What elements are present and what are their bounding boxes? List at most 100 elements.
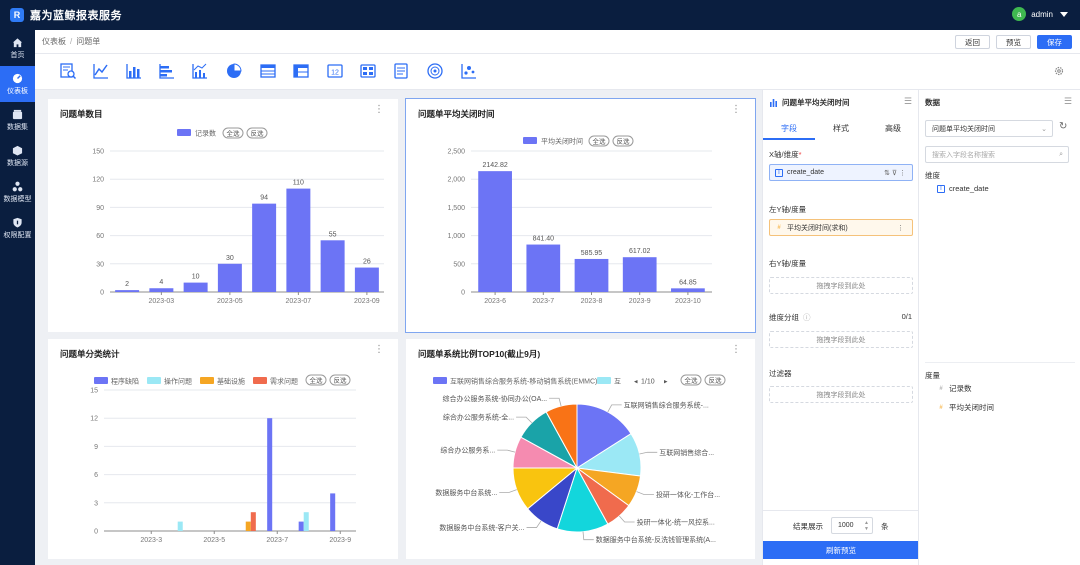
sidebar-item-label: 首页 [10,51,25,59]
y-left-field[interactable]: # 平均关闭时间(求和) ⋮ [769,219,913,236]
legend-pager-prev: ◂ [634,379,638,386]
field-search-input[interactable]: 搜索入字段名称搜索 ⌕ [925,146,1069,163]
legend-swatch [597,377,611,384]
user-menu[interactable]: a admin [1012,7,1068,21]
refresh-preview-button[interactable]: 刷新预览 [763,541,919,559]
chart-bar [303,512,309,531]
card-grid-icon[interactable] [359,62,377,80]
tab-advanced[interactable]: 高级 [867,120,919,140]
measure-item[interactable]: # 记录数 [937,383,971,394]
line-chart-icon[interactable] [92,62,110,80]
dashboard-icon [12,73,23,84]
radar-chart-icon[interactable] [426,62,444,80]
sidebar-item-label: 权限配置 [3,231,32,239]
tab-style[interactable]: 样式 [815,120,867,140]
required-mark: * [798,150,802,159]
result-count-input[interactable]: 1000 ▲ ▼ [831,517,873,534]
sidebar-item-label: 数据源 [7,159,28,167]
horizontal-bar-icon[interactable] [158,62,176,80]
detail-table-icon[interactable] [59,62,77,80]
pie-label: 综合办公服务系统-协同办公(OA... [442,394,547,403]
x-tick-label: 2023-3 [140,537,162,544]
field-actions-icon[interactable]: ⇅ ⊽ ⋮ [884,169,906,177]
x-tick-label: 2023-05 [217,298,243,305]
tab-fields[interactable]: 字段 [763,120,815,140]
filter-dropzone[interactable]: 拖拽字段到此处 [769,386,913,403]
data-label: 10 [192,274,200,281]
sidebar-item-datasource[interactable]: 数据源 [0,138,35,174]
scatter-chart-icon[interactable] [460,62,478,80]
pie-label: 数据服务中台系统-反洗钱管理系统(A... [596,535,716,544]
y-tick-label: 60 [96,233,104,240]
data-label: 617.02 [629,248,651,255]
stepper-icon[interactable]: ▲ ▼ [864,520,869,532]
measure-item[interactable]: # 平均关闭时间 [937,402,994,413]
legend-pager-next: ▸ [664,379,668,386]
data-label: 30 [226,255,234,262]
measure-icon: # [777,224,781,231]
pie-label: 数据服务中台系统... [435,488,497,497]
panel-issue-category[interactable]: 问题单分类统计 ⋮ 程序缺陷 操作问题 基础设施 需求问题 全选 反选 0 3 6 9 12 15 20… [48,339,398,559]
bar-chart-icon[interactable] [125,62,143,80]
legend-swatch [177,129,191,136]
search-placeholder: 搜索入字段名称搜索 [932,151,995,159]
refresh-icon[interactable]: ↻ [1059,121,1067,132]
collapse-icon[interactable]: ☰ [904,96,912,107]
breadcrumb: 仪表板 / 问题单 返回 预览 保存 [35,30,1080,54]
save-button[interactable]: 保存 [1037,35,1072,49]
data-label: 94 [260,195,268,202]
panel-avg-close-time[interactable]: 问题单平均关闭时间 ⋮ 平均关闭时间 全选 反选 0 500 1,000 1,500 2,00… [405,98,756,333]
y-right-dropzone[interactable]: 拖拽字段到此处 [769,277,913,294]
indicator-card-icon[interactable]: 12 [326,62,344,80]
panel-system-ratio[interactable]: 问题单系统比例TOP10(截止9月) ⋮ 互联网销售综合服务系统-移动销售系统(… [406,339,755,559]
chart-bar [177,521,183,531]
help-icon[interactable]: ⓘ [803,312,811,323]
dim-item[interactable]: T create_date [937,184,989,193]
collapse-icon[interactable]: ☰ [1064,96,1072,107]
sidebar-item-label: 数据集 [7,123,28,131]
pie-label-line [549,397,562,407]
pie-label-line [526,520,542,528]
y-tick-label: 9 [94,444,98,451]
breadcrumb-root[interactable]: 仪表板 [42,36,66,47]
sidebar-item-dataset[interactable]: 数据集 [0,102,35,138]
data-label: 110 [293,180,304,187]
list-icon[interactable] [392,62,410,80]
pie-chart-icon[interactable] [225,62,243,80]
panel-issue-count[interactable]: 问题单数目 ⋮ 记录数 全选 反选 0 30 60 90 120 150 2 4 10 30 94 110 5… [48,99,398,332]
invert-label: 反选 [334,376,348,385]
top-bar: R 嘉为蓝鲸报表服务 a admin [0,0,1080,30]
chart-bar [622,257,657,292]
back-button[interactable]: 返回 [955,35,990,49]
chart-bar [330,493,336,531]
result-unit: 条 [881,522,889,531]
legend-label: 互 [614,378,621,386]
sidebar-item-model[interactable]: 数据模型 [0,174,35,210]
pivot-table-icon[interactable] [292,62,310,80]
legend-swatch [523,137,537,144]
sidebar-item-home[interactable]: 首页 [0,30,35,66]
sidebar-item-dashboard[interactable]: 仪表板 [0,66,35,102]
y-tick-label: 12 [90,416,98,423]
y-tick-label: 500 [453,261,465,268]
sidebar-item-permission[interactable]: 权限配置 [0,210,35,246]
config-tabs: 字段 样式 高级 [763,120,919,140]
dataset-select[interactable]: 问题单平均关闭时间 ⌄ [925,120,1053,137]
data-label: 64.85 [679,279,697,286]
dataset-icon [12,109,23,120]
data-panel-title: 数据 [925,98,940,107]
invert-label: 反选 [709,376,723,385]
stacked-bar-chart: 程序缺陷 操作问题 基础设施 需求问题 全选 反选 0 3 6 9 12 15 2023-3 2023-5… [90,374,356,544]
x-axis-field[interactable]: T create_date ⇅ ⊽ ⋮ [769,164,913,181]
field-more-icon[interactable]: ⋮ [897,224,904,232]
config-header: 问题单平均关闭时间 [769,97,850,108]
table-icon[interactable] [259,62,277,80]
legend-swatch [433,377,447,384]
chart-bar [478,171,512,292]
legend-label: 平均关闭时间 [541,137,583,146]
chart-bar [354,267,379,292]
preview-button[interactable]: 预览 [996,35,1031,49]
gear-icon[interactable] [1054,66,1064,76]
combo-chart-icon[interactable] [191,62,209,80]
dim-group-dropzone[interactable]: 拖拽字段到此处 [769,331,913,348]
